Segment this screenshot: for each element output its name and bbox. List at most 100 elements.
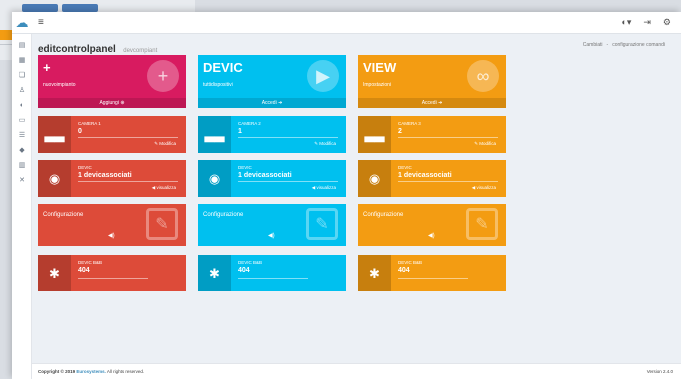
bug-card-1: ✱ DEVIC B&B 404 xyxy=(38,255,186,291)
new-plant-card[interactable]: + nuovoimpianto + Aggiungi ⊕ xyxy=(38,55,186,108)
background-tabs xyxy=(22,4,98,12)
view-subtitle: Impostazioni xyxy=(363,82,392,88)
device-card-2: ◉ DEVIC 1 devicassociati ◀ visualizza xyxy=(198,160,346,197)
edit-link-label: Modifica xyxy=(319,141,336,146)
progress-bar xyxy=(398,181,498,182)
config-card-2[interactable]: Configurazione ✎ ◀) xyxy=(198,204,346,246)
view-card[interactable]: VIEW Impostazioni ∞ Accedi ➜ xyxy=(358,55,506,108)
edit-icon: ✎ xyxy=(466,208,498,240)
tags-icon[interactable]: ❏ xyxy=(12,70,32,82)
device-card-3: ◉ DEVIC 1 devicassociati ◀ visualizza xyxy=(358,160,506,197)
page-title: editcontrolpanel xyxy=(38,44,116,55)
room-card-1: ▃▃ CAMERA 1 0 ✎ Modifica xyxy=(38,116,186,153)
progress-bar xyxy=(398,278,468,279)
edit-link[interactable]: ✎ Modifica xyxy=(474,141,496,147)
devices-card[interactable]: DEVIC tuttidispositivi ▶ Accedi ➜ xyxy=(198,55,346,108)
add-button[interactable]: Aggiungi ⊕ xyxy=(38,98,186,108)
top-navbar: ☁ ≡ ◐▾ ⇥ ⚙ xyxy=(12,12,681,34)
tools-icon[interactable]: ✕ xyxy=(12,175,32,187)
cloud-logo-icon[interactable]: ☁ xyxy=(12,12,32,34)
view-link-label: visualizza xyxy=(156,185,176,190)
brand-link[interactable]: Eurosystems. xyxy=(76,369,106,374)
device-value: 1 devicassociati xyxy=(398,172,452,179)
background-tab xyxy=(22,4,58,12)
view-link[interactable]: ◀ visualizza xyxy=(312,185,336,191)
room-value: 2 xyxy=(398,128,402,135)
logout-icon[interactable]: ⇥ xyxy=(643,17,651,28)
devices-subtitle: tuttidispositivi xyxy=(203,82,233,88)
breadcrumb: Cambiati - configurazione comandi xyxy=(583,42,665,48)
bug-icon: ✱ xyxy=(38,255,71,291)
server-icon[interactable]: ▤ xyxy=(12,40,32,52)
new-plant-subtitle: nuovoimpianto xyxy=(43,82,76,88)
room-label: CAMERA 2 xyxy=(238,121,261,126)
main-window: ☁ ≡ ◐▾ ⇥ ⚙ ▤ ▦ ❏ ♙ ◐ ▭ ☰ ◆ ▥ ✕ editcontr… xyxy=(12,12,681,379)
room-card-2: ▃▃ CAMERA 2 1 ✎ Modifica xyxy=(198,116,346,153)
breadcrumb-current: configurazione comandi xyxy=(612,42,665,48)
config-title: Configurazione xyxy=(43,212,84,218)
page-footer: Copyright © 2019 Eurosystems. All rights… xyxy=(32,363,681,379)
arrow-circle-icon: ➜ xyxy=(438,100,443,106)
progress-bar xyxy=(78,181,178,182)
plus-icon: + xyxy=(147,60,179,92)
building-icon[interactable]: ▦ xyxy=(12,55,32,67)
device-label: DEVIC xyxy=(238,165,252,170)
room-label: CAMERA 1 xyxy=(78,121,101,126)
settings-icon[interactable]: ⚙ xyxy=(663,17,671,28)
view-link[interactable]: ◀ visualizza xyxy=(152,185,176,191)
circle-icon[interactable]: ◐ xyxy=(12,100,32,112)
rss-icon: ◉ xyxy=(358,160,391,197)
progress-bar xyxy=(78,278,148,279)
speaker-icon[interactable]: ◀) xyxy=(428,232,435,239)
view-link[interactable]: ◀ visualizza xyxy=(472,185,496,191)
room-value: 0 xyxy=(78,128,82,135)
devices-access-button[interactable]: Accedi ➜ xyxy=(198,98,346,108)
view-icon: ◀ xyxy=(151,185,156,190)
speaker-icon[interactable]: ◀) xyxy=(268,232,275,239)
copyright: Copyright © 2019 Eurosystems. All rights… xyxy=(38,369,144,374)
bug-label: DEVIC B&B xyxy=(398,260,423,265)
breadcrumb-home[interactable]: Cambiati xyxy=(583,42,603,48)
view-access-button[interactable]: Accedi ➜ xyxy=(358,98,506,108)
view-link-label: visualizza xyxy=(316,185,336,190)
view-link-label: visualizza xyxy=(476,185,496,190)
rss-icon: ◉ xyxy=(38,160,71,197)
user-icon[interactable]: ♙ xyxy=(12,85,32,97)
bug-value: 404 xyxy=(398,267,410,274)
config-card-1[interactable]: Configurazione ✎ ◀) xyxy=(38,204,186,246)
top-right-tools: ◐▾ ⇥ ⚙ xyxy=(621,17,671,28)
hamburger-icon[interactable]: ≡ xyxy=(38,17,44,28)
stumbleupon-icon: ∞ xyxy=(467,60,499,92)
speaker-icon[interactable]: ◀) xyxy=(108,232,115,239)
device-label: DEVIC xyxy=(398,165,412,170)
edit-link[interactable]: ✎ Modifica xyxy=(314,141,336,147)
room-label: CAMERA 3 xyxy=(398,121,421,126)
device-label: DEVIC xyxy=(78,165,92,170)
room-card-3: ▃▃ CAMERA 3 2 ✎ Modifica xyxy=(358,116,506,153)
add-button-label: Aggiungi xyxy=(99,100,119,106)
user-menu-icon[interactable]: ◐▾ xyxy=(621,17,631,28)
config-card-3[interactable]: Configurazione ✎ ◀) xyxy=(358,204,506,246)
list-icon[interactable]: ☰ xyxy=(12,130,32,142)
progress-bar xyxy=(398,137,498,138)
view-icon: ◀ xyxy=(311,185,316,190)
device-card-1: ◉ DEVIC 1 devicassociati ◀ visualizza xyxy=(38,160,186,197)
file-icon[interactable]: ▭ xyxy=(12,115,32,127)
config-title: Configurazione xyxy=(363,212,404,218)
edit-icon: ✎ xyxy=(146,208,178,240)
bug-label: DEVIC B&B xyxy=(78,260,103,265)
view-icon: ◀ xyxy=(471,185,476,190)
page-subtitle: devcompiant xyxy=(123,48,158,54)
devices-title: DEVIC xyxy=(203,60,243,75)
progress-bar xyxy=(78,137,178,138)
rights-text: All rights reserved. xyxy=(106,369,145,374)
background-tab xyxy=(62,4,98,12)
bug-value: 404 xyxy=(238,267,250,274)
database-icon[interactable]: ▥ xyxy=(12,160,32,172)
tag-icon[interactable]: ◆ xyxy=(12,145,32,157)
edit-icon: ✎ xyxy=(154,141,158,146)
edit-link[interactable]: ✎ Modifica xyxy=(154,141,176,147)
bug-label: DEVIC B&B xyxy=(238,260,263,265)
plus-circle-icon: ⊕ xyxy=(120,100,125,106)
room-value: 1 xyxy=(238,128,242,135)
